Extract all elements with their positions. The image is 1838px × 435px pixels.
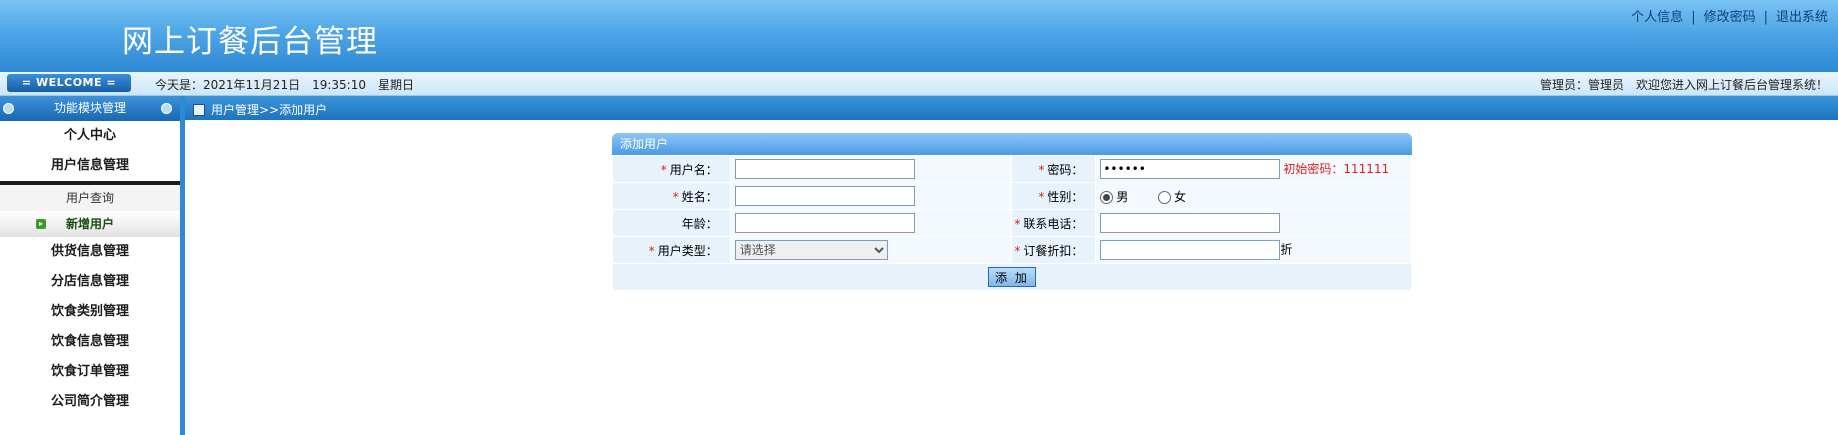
breadcrumb: 用户管理>>添加用户: [211, 103, 328, 117]
required-mark: *: [1014, 243, 1021, 258]
phone-label-cell: * 联系电话：: [1011, 209, 1097, 237]
gender-female-radio[interactable]: [1158, 190, 1172, 204]
required-mark: *: [648, 243, 655, 258]
sidebar-header: 功能模块管理: [0, 96, 180, 121]
page-icon: [193, 104, 205, 116]
breadcrumb-bar: 用户管理>>添加用户: [185, 96, 1838, 120]
sidebar-item-supply[interactable]: 供货信息管理: [0, 237, 180, 267]
username-label-cell: * 用户名：: [612, 155, 731, 183]
sidebar-subitem-user-query[interactable]: 用户查询: [0, 185, 180, 211]
gender-female-label: 女: [1174, 189, 1187, 204]
form-row: 年龄： * 联系电话：: [612, 209, 1412, 237]
form-row: * 用户类型： 请选择 * 订餐折扣： 折: [612, 236, 1412, 264]
form-row: * 用户名： * 密码： 初始密码：111111: [612, 155, 1412, 183]
usertype-select[interactable]: 请选择: [734, 240, 888, 260]
discount-unit: 折: [1280, 242, 1293, 257]
user-submenu: 用户查询 ▸ 新增用户: [0, 181, 180, 237]
password-hint: 初始密码：111111: [1283, 161, 1390, 176]
required-mark: *: [672, 189, 679, 204]
age-label-cell: 年龄：: [612, 209, 731, 237]
gender-male-radio[interactable]: [1100, 190, 1114, 204]
logout-link[interactable]: 退出系统: [1776, 10, 1828, 25]
usertype-label: 用户类型：: [657, 243, 718, 258]
usertype-label-cell: * 用户类型：: [612, 236, 731, 264]
form-row: * 姓名： * 性别： 男 女: [612, 182, 1412, 210]
profile-link[interactable]: 个人信息: [1631, 10, 1683, 25]
add-user-panel: 添加用户 * 用户名： * 密码： 初始密码：111111 * 姓名： * 性别： 男 …: [612, 133, 1412, 291]
password-label: 密码：: [1047, 162, 1084, 177]
discount-input[interactable]: [1100, 240, 1281, 260]
password-cell: 初始密码：111111: [1095, 155, 1412, 183]
sidebar-item-orders[interactable]: 饮食订单管理: [0, 357, 180, 387]
phone-cell: [1095, 209, 1412, 237]
app-title: 网上订餐后台管理: [122, 24, 378, 60]
change-password-link[interactable]: 修改密码: [1704, 10, 1756, 25]
sidebar-item-user-info[interactable]: 用户信息管理: [0, 151, 180, 181]
username-input[interactable]: [734, 159, 915, 179]
gender-cell: 男 女: [1095, 182, 1412, 210]
name-label: 姓名：: [681, 189, 718, 204]
usertype-cell: 请选择: [729, 236, 1013, 264]
top-links: 个人信息 | 修改密码 | 退出系统: [1631, 6, 1828, 25]
sidebar-item-food-info[interactable]: 饮食信息管理: [0, 327, 180, 357]
required-mark: *: [660, 162, 667, 177]
sidebar-subitem-add-user[interactable]: ▸ 新增用户: [0, 211, 180, 237]
gender-male-label: 男: [1116, 189, 1129, 204]
info-bar: = WELCOME = 今天是：2021年11月21日 19:35:10 星期日…: [0, 72, 1838, 96]
username-label: 用户名：: [669, 162, 718, 177]
admin-app: 网上订餐后台管理 个人信息 | 修改密码 | 退出系统 = WELCOME = 今天是：…: [0, 0, 1838, 435]
sidebar: 功能模块管理 个人中心 用户信息管理 用户查询 ▸ 新增用户 供货信息管理 分店…: [0, 96, 185, 435]
name-input[interactable]: [734, 186, 915, 206]
discount-label: 订餐折扣：: [1023, 243, 1084, 258]
arrow-right-icon: ▸: [36, 219, 46, 229]
sidebar-title: 功能模块管理: [53, 101, 126, 115]
knob-icon: [3, 103, 14, 114]
name-label-cell: * 姓名：: [612, 182, 731, 210]
sidebar-item-personal-center[interactable]: 个人中心: [0, 121, 180, 151]
button-cell: 添 加: [612, 263, 1412, 291]
username-cell: [729, 155, 1013, 183]
phone-input[interactable]: [1100, 213, 1281, 233]
knob-icon: [161, 103, 172, 114]
sidebar-item-food-category[interactable]: 饮食类别管理: [0, 297, 180, 327]
admin-welcome-text: 管理员：管理员 欢迎您进入网上订餐后台管理系统！: [1539, 78, 1828, 92]
link-separator: |: [1763, 10, 1768, 25]
welcome-badge: = WELCOME =: [7, 74, 131, 92]
password-input[interactable]: [1100, 159, 1281, 179]
age-cell: [729, 209, 1013, 237]
password-label-cell: * 密码：: [1011, 155, 1097, 183]
sidebar-subitem-label: 新增用户: [65, 217, 114, 231]
gender-label: 性别：: [1047, 189, 1084, 204]
panel-title: 添加用户: [612, 133, 1412, 155]
required-mark: *: [1038, 189, 1045, 204]
phone-label: 联系电话：: [1023, 216, 1084, 231]
discount-cell: 折: [1095, 236, 1412, 264]
discount-label-cell: * 订餐折扣：: [1011, 236, 1097, 264]
current-date-text: 今天是：2021年11月21日 19:35:10 星期日: [155, 78, 414, 92]
link-separator: |: [1691, 10, 1696, 25]
age-input[interactable]: [734, 213, 915, 233]
form-button-row: 添 加: [612, 263, 1412, 291]
age-label: 年龄：: [681, 216, 718, 231]
name-cell: [729, 182, 1013, 210]
add-user-form: * 用户名： * 密码： 初始密码：111111 * 姓名： * 性别： 男 女 年龄：…: [612, 155, 1412, 291]
sidebar-item-branch[interactable]: 分店信息管理: [0, 267, 180, 297]
header: 网上订餐后台管理 个人信息 | 修改密码 | 退出系统: [0, 0, 1838, 72]
required-mark: *: [1038, 162, 1045, 177]
gender-label-cell: * 性别：: [1011, 182, 1097, 210]
add-button[interactable]: 添 加: [988, 267, 1036, 287]
sidebar-item-company-intro[interactable]: 公司简介管理: [0, 387, 180, 417]
required-mark: *: [1014, 216, 1021, 231]
